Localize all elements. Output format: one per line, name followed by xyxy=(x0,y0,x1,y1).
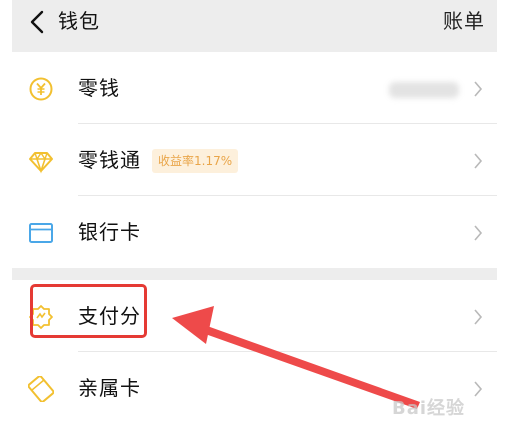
wallet-screen: 钱包 账单 零钱 零钱通 收益率1.17% 银行卡 支付分 亲属卡 xyxy=(12,0,497,436)
chevron-right-icon xyxy=(474,309,483,325)
section-separator xyxy=(12,268,497,280)
chevron-right-icon xyxy=(474,225,483,241)
list-item-label: 亲属卡 xyxy=(78,376,141,400)
list-item-label: 银行卡 xyxy=(78,220,141,244)
nav-bar: 钱包 账单 xyxy=(12,0,497,52)
chevron-right-icon xyxy=(474,81,483,97)
list-item-label: 零钱通 xyxy=(78,148,141,172)
chevron-right-icon xyxy=(474,381,483,397)
list-item-label: 零钱 xyxy=(78,76,120,100)
watermark-text: Bai经验 xyxy=(392,398,466,419)
back-arrow-icon[interactable] xyxy=(28,8,48,36)
bank-card-icon xyxy=(29,223,53,243)
page-title: 钱包 xyxy=(58,9,100,33)
bill-button[interactable]: 账单 xyxy=(443,7,485,35)
list-item-change-pass[interactable]: 零钱通 收益率1.17% xyxy=(12,124,497,196)
yen-coin-icon xyxy=(29,77,53,101)
wallet-group: 零钱 零钱通 收益率1.17% 银行卡 xyxy=(12,52,497,268)
diamond-icon xyxy=(29,151,53,174)
list-item-bank-card[interactable]: 银行卡 xyxy=(12,196,497,268)
list-item-change[interactable]: 零钱 xyxy=(12,52,497,124)
family-card-icon xyxy=(28,376,54,402)
chevron-right-icon xyxy=(474,153,483,169)
annotation-highlight-box xyxy=(30,284,147,338)
yield-badge: 收益率1.17% xyxy=(152,149,239,173)
redacted-balance xyxy=(389,82,459,98)
